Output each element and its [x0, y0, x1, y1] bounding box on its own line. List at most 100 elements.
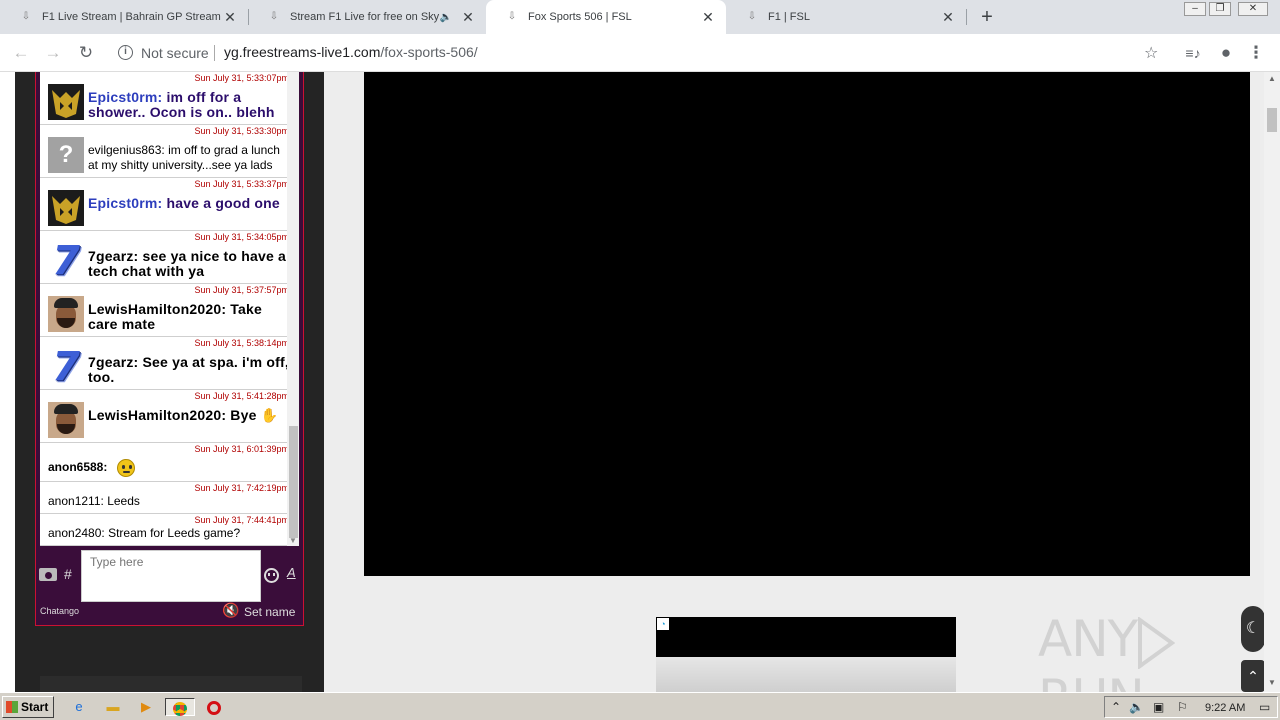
chat-scrollbar-thumb[interactable] [289, 426, 298, 538]
folder-icon[interactable]: ▬ [104, 698, 122, 716]
url-text[interactable]: yg.freestreams-live1.com/fox-sports-506/ [224, 44, 478, 60]
message-row: LewisHamilton2020: Take care mate [48, 296, 289, 332]
message-username[interactable]: Epicst0rm: [88, 195, 162, 211]
sidebar-widget [40, 676, 302, 692]
volume-icon[interactable]: 🔈 [1129, 700, 1144, 714]
chat-message: Sun July 31, 5:33:37pm Epicst0rm: have a … [40, 178, 295, 231]
message-timestamp: Sun July 31, 5:37:57pm [194, 285, 289, 295]
ad-banner[interactable]: ◔ [656, 617, 956, 692]
chat-message: Sun July 31, 5:34:05pm 7 7gearz: see ya ni… [40, 231, 295, 284]
chat-message-list[interactable]: Sun July 31, 5:33:07pm Epicst0rm: im off … [40, 72, 295, 546]
message-username[interactable]: anon1211: [48, 494, 104, 508]
avatar[interactable] [48, 402, 84, 438]
chat-message: Sun July 31, 5:41:28pm LewisHamilton2020:… [40, 390, 295, 443]
media-control-icon[interactable]: ≡♪ [1181, 41, 1205, 65]
show-desktop-icon[interactable]: ▭ [1259, 700, 1270, 714]
back-button[interactable]: ← [9, 41, 33, 65]
address-bar[interactable]: i Not secure yg.freestreams-live1.com/fo… [108, 38, 1172, 68]
tab-separator [966, 9, 967, 25]
left-margin [0, 72, 15, 692]
scroll-up-icon[interactable]: ▲ [1268, 74, 1276, 83]
message-body: Stream for Leeds game? [108, 526, 241, 540]
avatar[interactable] [48, 84, 84, 120]
url-separator [214, 45, 215, 61]
tab-strip: ⇩ F1 Live Stream | Bahrain GP Stream ✕ ⇩… [0, 0, 1280, 34]
reload-button[interactable]: ↻ [74, 41, 98, 65]
restore-button[interactable]: ❐ [1209, 2, 1231, 16]
close-icon[interactable]: ✕ [222, 9, 238, 26]
tab-title: Fox Sports 506 | FSL [528, 11, 632, 23]
start-button[interactable]: Start [2, 696, 54, 718]
info-icon[interactable]: i [118, 45, 133, 60]
tray-expand-icon[interactable]: ⌃ [1111, 700, 1121, 714]
avatar[interactable]: ? [48, 137, 84, 173]
flag-icon[interactable]: ⚐ [1177, 700, 1188, 714]
message-text: Epicst0rm: im off for a shower.. Ocon is… [88, 84, 289, 120]
message-row: 7 7gearz: See ya at spa. i'm off, too. [48, 347, 289, 387]
close-icon[interactable]: ✕ [940, 9, 956, 26]
close-icon[interactable]: ✕ [700, 9, 716, 26]
message-text: Epicst0rm: have a good one [88, 190, 280, 211]
forward-button[interactable]: → [41, 41, 65, 65]
scroll-down-icon[interactable]: ▼ [1268, 678, 1276, 687]
avatar[interactable] [48, 190, 84, 226]
page-scrollbar-thumb[interactable] [1267, 108, 1277, 132]
bookmark-star-icon[interactable]: ☆ [1144, 43, 1158, 63]
message-username[interactable]: LewisHamilton2020: [88, 301, 226, 317]
media-player-icon[interactable]: ▶ [137, 698, 155, 716]
message-username[interactable]: 7gearz: [88, 248, 138, 264]
close-icon[interactable]: ✕ [460, 9, 476, 26]
avatar[interactable]: 7 [48, 347, 84, 387]
moon-icon[interactable]: ☾ [1241, 606, 1264, 652]
message-username[interactable]: anon6588: [48, 460, 107, 474]
anyrun-watermark: ANYRUN [1038, 610, 1264, 692]
message-timestamp: Sun July 31, 6:01:39pm [194, 444, 289, 454]
tab-0[interactable]: ⇩ F1 Live Stream | Bahrain GP Stream ✕ [0, 0, 248, 34]
chatango-brand[interactable]: Chatango [40, 606, 79, 616]
chrome-icon[interactable] [165, 698, 195, 716]
hashtag-button[interactable]: # [64, 566, 72, 582]
message-username[interactable]: evilgenius863: [88, 143, 165, 157]
message-username[interactable]: LewisHamilton2020: [88, 407, 226, 423]
chat-input[interactable] [81, 550, 261, 602]
message-text: LewisHamilton2020: Bye ✋ [88, 402, 278, 423]
tab-title: F1 | FSL [768, 11, 810, 23]
clock[interactable]: 9:22 AM [1205, 702, 1245, 714]
chevron-down-icon[interactable]: ▼ [289, 536, 297, 545]
tab-3[interactable]: ⇩ F1 | FSL ✕ [726, 0, 966, 34]
ie-icon[interactable]: e [70, 698, 88, 716]
message-username[interactable]: 7gearz: [88, 354, 138, 370]
close-window-button[interactable]: ✕ [1238, 2, 1268, 16]
page-scrollbar[interactable]: ▲ ▼ [1264, 72, 1280, 692]
video-player[interactable] [364, 72, 1250, 576]
chat-input-row: # A [36, 550, 305, 602]
message-row: ? evilgenius863: im off to grad a lunch a… [48, 137, 289, 173]
font-style-button[interactable]: A [287, 565, 296, 580]
message-username[interactable]: Epicst0rm: [88, 89, 162, 105]
menu-icon[interactable]: ⋮ [1244, 41, 1268, 65]
speaker-mute-icon[interactable]: 🔇 [222, 602, 239, 619]
url-host: yg.freestreams-live1.com [224, 44, 381, 60]
avatar[interactable] [48, 296, 84, 332]
new-tab-button[interactable]: + [976, 4, 998, 30]
camera-icon[interactable] [39, 568, 57, 581]
chat-message: Sun July 31, 7:44:41pm anon2480: Stream f… [40, 514, 295, 546]
emoji-icon[interactable] [264, 568, 279, 583]
opera-icon[interactable] [205, 698, 223, 716]
scroll-top-icon[interactable]: ⌃ [1241, 660, 1264, 692]
speaker-icon[interactable]: 🔈 [440, 12, 452, 23]
avatar[interactable]: 7 [48, 241, 84, 281]
tab-1[interactable]: ⇩ Stream F1 Live for free on Sky S 🔈 ✕ [248, 0, 486, 34]
message-username[interactable]: anon2480: [48, 526, 105, 540]
message-row: anon2480: Stream for Leeds game? [48, 526, 289, 541]
profile-icon[interactable]: ● [1214, 41, 1238, 65]
message-timestamp: Sun July 31, 5:33:37pm [194, 179, 289, 189]
minimize-button[interactable]: – [1184, 2, 1206, 16]
network-icon[interactable]: ▣ [1153, 700, 1164, 714]
tab-2[interactable]: ⇩ Fox Sports 506 | FSL ✕ [486, 0, 726, 34]
ad-choices-icon[interactable]: ◔ [657, 618, 669, 630]
chat-message: Sun July 31, 5:38:14pm 7 7gearz: See ya at… [40, 337, 295, 390]
message-body: have a good one [166, 195, 280, 211]
system-tray: ⌃ 🔈 ▣ ⚐ 9:22 AM ▭ [1104, 696, 1278, 718]
set-name-link[interactable]: Set name [244, 605, 295, 619]
